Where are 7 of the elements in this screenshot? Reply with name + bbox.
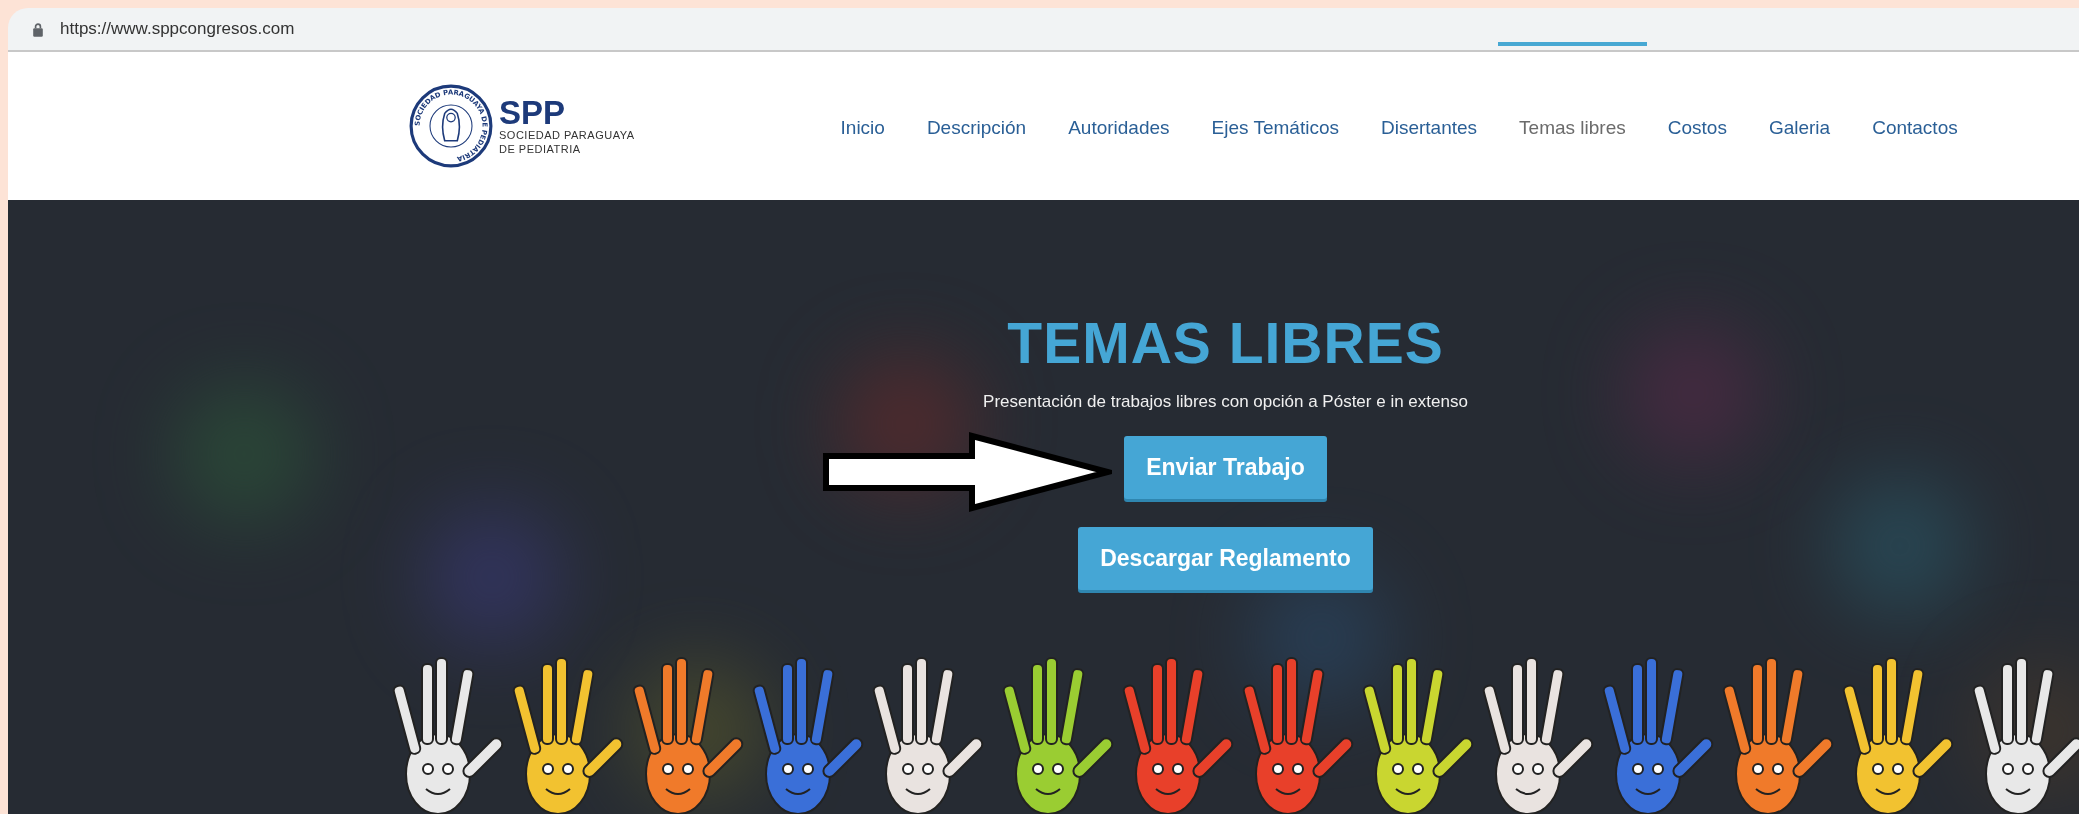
address-bar[interactable]: https://www.sppcongresos.com xyxy=(8,8,2079,52)
lock-icon xyxy=(32,21,44,37)
hero-subtitle: Presentación de trabajos libres con opción a Póster e in extenso xyxy=(983,392,1468,412)
logo-acronym[interactable]: SPP xyxy=(499,96,635,130)
logo-name: SOCIEDAD PARAGUAYA DE PEDIATRIA xyxy=(499,129,635,156)
hero-title: TEMAS LIBRES xyxy=(1007,310,1444,376)
url-text: https://www.sppcongresos.com xyxy=(60,19,295,39)
